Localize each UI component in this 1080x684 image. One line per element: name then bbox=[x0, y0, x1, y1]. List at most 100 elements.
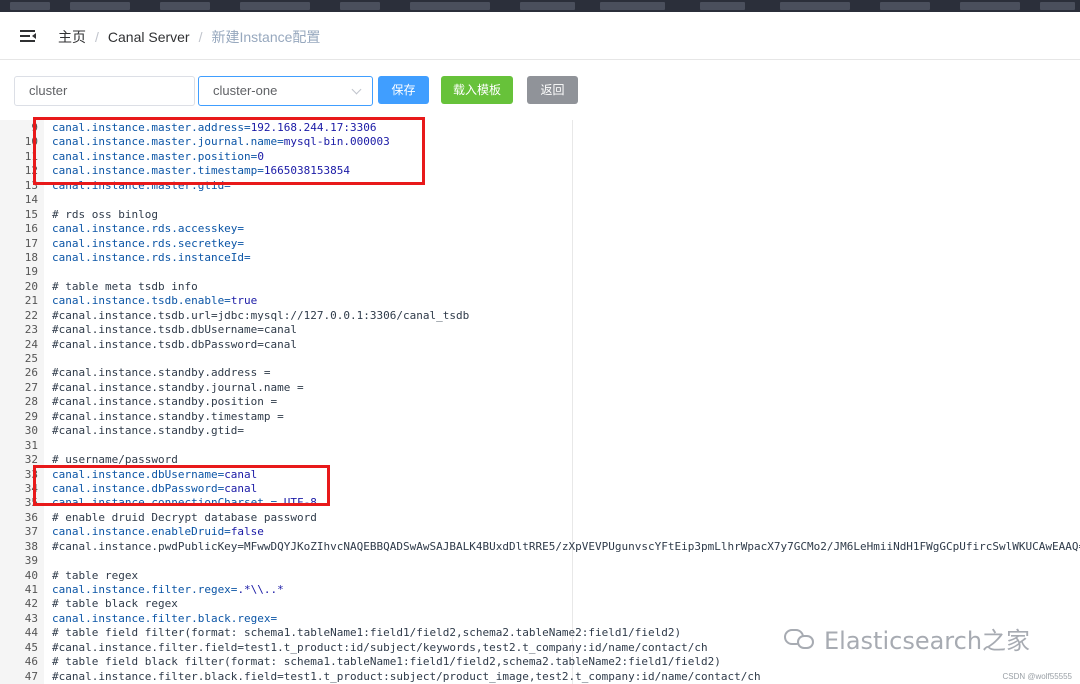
line-number: 31 bbox=[24, 438, 38, 452]
line-content: #canal.instance.tsdb.url=jdbc:mysql://12… bbox=[52, 309, 469, 323]
line-content: canal.instance.rds.instanceId= bbox=[52, 251, 251, 265]
code-key: canal.instance.enableDruid= bbox=[52, 525, 231, 539]
code-lines: 9 canal.instance.master.address=192.168.2… bbox=[0, 121, 1080, 684]
code-value: true bbox=[230, 294, 258, 308]
code-line[interactable]: 30 #canal.instance.standby.gtid= bbox=[0, 424, 1080, 438]
line-number: 46 bbox=[24, 655, 38, 669]
line-number: 36 bbox=[24, 510, 38, 524]
line-content: #canal.instance.standby.position = bbox=[52, 395, 277, 409]
code-line[interactable]: 41 canal.instance.filter.regex=.*\\..* bbox=[0, 583, 1080, 597]
code-line[interactable]: 27 #canal.instance.standby.journal.name = bbox=[0, 381, 1080, 395]
breadcrumb-canal-server[interactable]: Canal Server bbox=[108, 29, 190, 45]
line-content: canal.instance.enableDruid=false bbox=[52, 525, 264, 539]
line-content: #canal.instance.standby.timestamp = bbox=[52, 410, 284, 424]
code-line[interactable]: 15 # rds oss binlog bbox=[0, 208, 1080, 222]
line-number: 43 bbox=[24, 611, 38, 625]
code-line[interactable]: 47 #canal.instance.filter.black.field=tes… bbox=[0, 670, 1080, 684]
code-comment: #canal.instance.pwdPublicKey=MFwwDQYJKoZ… bbox=[52, 539, 1080, 553]
line-number: 21 bbox=[24, 294, 38, 308]
code-comment: #canal.instance.standby.journal.name = bbox=[52, 380, 304, 394]
line-content: # table regex bbox=[52, 569, 138, 583]
line-content: #canal.instance.filter.field=test1.t_pro… bbox=[52, 641, 708, 655]
code-line[interactable]: 21 canal.instance.tsdb.enable=true bbox=[0, 294, 1080, 308]
code-comment: #canal.instance.standby.timestamp = bbox=[52, 409, 284, 423]
line-number: 41 bbox=[24, 583, 38, 596]
back-button[interactable]: 返回 bbox=[527, 76, 578, 104]
code-key: canal.instance.rds.accesskey= bbox=[52, 222, 245, 236]
line-content: #canal.instance.standby.address = bbox=[52, 366, 271, 380]
breadcrumb-separator: / bbox=[198, 29, 203, 45]
line-number: 30 bbox=[24, 424, 38, 438]
save-button[interactable]: 保存 bbox=[378, 76, 429, 104]
code-line[interactable]: 39 bbox=[0, 554, 1080, 568]
code-line[interactable]: 14 bbox=[0, 193, 1080, 207]
line-number: 38 bbox=[24, 539, 38, 553]
line-content: canal.instance.filter.black.regex= bbox=[52, 612, 277, 626]
code-value: false bbox=[230, 525, 264, 539]
code-line[interactable]: 29 #canal.instance.standby.timestamp = bbox=[0, 410, 1080, 424]
code-comment: # table regex bbox=[52, 568, 139, 582]
line-number: 15 bbox=[24, 207, 38, 221]
navbar: 主页 / Canal Server / 新建Instance配置 bbox=[0, 12, 1080, 60]
code-line[interactable]: 19 bbox=[0, 265, 1080, 279]
code-line[interactable]: 46 # table field black filter(format: sch… bbox=[0, 655, 1080, 669]
code-line[interactable]: 31 bbox=[0, 439, 1080, 453]
line-number: 47 bbox=[24, 669, 38, 683]
line-number: 40 bbox=[24, 568, 38, 582]
code-line[interactable]: 36 # enable druid Decrypt database passwo… bbox=[0, 511, 1080, 525]
line-content: # table meta tsdb info bbox=[52, 280, 198, 294]
code-line[interactable]: 26 #canal.instance.standby.address = bbox=[0, 366, 1080, 380]
cluster-input[interactable]: cluster bbox=[14, 76, 195, 106]
breadcrumb-separator: / bbox=[95, 29, 99, 45]
cluster-select[interactable]: cluster-one bbox=[198, 76, 373, 106]
code-line[interactable]: 17 canal.instance.rds.secretkey= bbox=[0, 237, 1080, 251]
line-content: # table field filter(format: schema1.tab… bbox=[52, 626, 681, 640]
code-line[interactable]: 16 canal.instance.rds.accesskey= bbox=[0, 222, 1080, 236]
line-number: 44 bbox=[24, 626, 38, 640]
watermark: Elasticsearch之家 bbox=[784, 621, 1030, 656]
line-content: # enable druid Decrypt database password bbox=[52, 511, 317, 525]
code-line[interactable]: 40 # table regex bbox=[0, 569, 1080, 583]
code-editor[interactable]: 9 canal.instance.master.address=192.168.2… bbox=[0, 120, 1080, 684]
code-comment: # rds oss binlog bbox=[52, 207, 158, 221]
menu-fold-icon[interactable] bbox=[20, 29, 36, 43]
code-comment: #canal.instance.standby.gtid= bbox=[52, 424, 245, 438]
line-number: 20 bbox=[24, 279, 38, 293]
code-line[interactable]: 24 #canal.instance.tsdb.dbPassword=canal bbox=[0, 338, 1080, 352]
line-number: 42 bbox=[24, 597, 38, 611]
chevron-down-icon bbox=[351, 84, 362, 95]
code-line[interactable]: 28 #canal.instance.standby.position = bbox=[0, 395, 1080, 409]
code-line[interactable]: 42 # table black regex bbox=[0, 597, 1080, 611]
line-number: 14 bbox=[24, 193, 38, 207]
line-content: #canal.instance.standby.journal.name = bbox=[52, 381, 304, 395]
load-template-button[interactable]: 载入模板 bbox=[441, 76, 513, 104]
annotation-box-credentials bbox=[33, 465, 330, 506]
breadcrumb-current: 新建Instance配置 bbox=[211, 29, 321, 45]
line-content: #canal.instance.filter.black.field=test1… bbox=[52, 670, 761, 684]
code-line[interactable]: 37 canal.instance.enableDruid=false bbox=[0, 525, 1080, 539]
code-comment: #canal.instance.standby.position = bbox=[52, 395, 278, 409]
line-content: #canal.instance.pwdPublicKey=MFwwDQYJKoZ… bbox=[52, 540, 1080, 554]
code-line[interactable]: 38 #canal.instance.pwdPublicKey=MFwwDQYJK… bbox=[0, 540, 1080, 554]
code-comment: # table field black filter(format: schem… bbox=[52, 655, 721, 669]
annotation-box-master bbox=[33, 117, 425, 185]
code-comment: # enable druid Decrypt database password bbox=[52, 510, 317, 524]
code-comment: #canal.instance.filter.black.field=test1… bbox=[52, 669, 761, 683]
code-line[interactable]: 23 #canal.instance.tsdb.dbUsername=canal bbox=[0, 323, 1080, 337]
breadcrumb-home[interactable]: 主页 bbox=[58, 27, 86, 47]
line-content: #canal.instance.tsdb.dbUsername=canal bbox=[52, 323, 297, 337]
line-content: canal.instance.rds.accesskey= bbox=[52, 222, 244, 236]
breadcrumb: 主页 / Canal Server / 新建Instance配置 bbox=[58, 27, 320, 47]
line-content: # rds oss binlog bbox=[52, 208, 158, 222]
line-number: 28 bbox=[24, 395, 38, 409]
code-line[interactable]: 22 #canal.instance.tsdb.url=jdbc:mysql://… bbox=[0, 309, 1080, 323]
line-number: 39 bbox=[24, 554, 38, 568]
line-number: 25 bbox=[24, 352, 38, 365]
code-line[interactable]: 20 # table meta tsdb info bbox=[0, 280, 1080, 294]
code-line[interactable]: 18 canal.instance.rds.instanceId= bbox=[0, 251, 1080, 265]
line-content: #canal.instance.standby.gtid= bbox=[52, 424, 244, 438]
code-comment: #canal.instance.tsdb.dbUsername=canal bbox=[52, 323, 298, 337]
code-line[interactable]: 25 bbox=[0, 352, 1080, 366]
line-content: # table black regex bbox=[52, 597, 178, 611]
code-comment: #canal.instance.filter.field=test1.t_pro… bbox=[52, 640, 708, 654]
